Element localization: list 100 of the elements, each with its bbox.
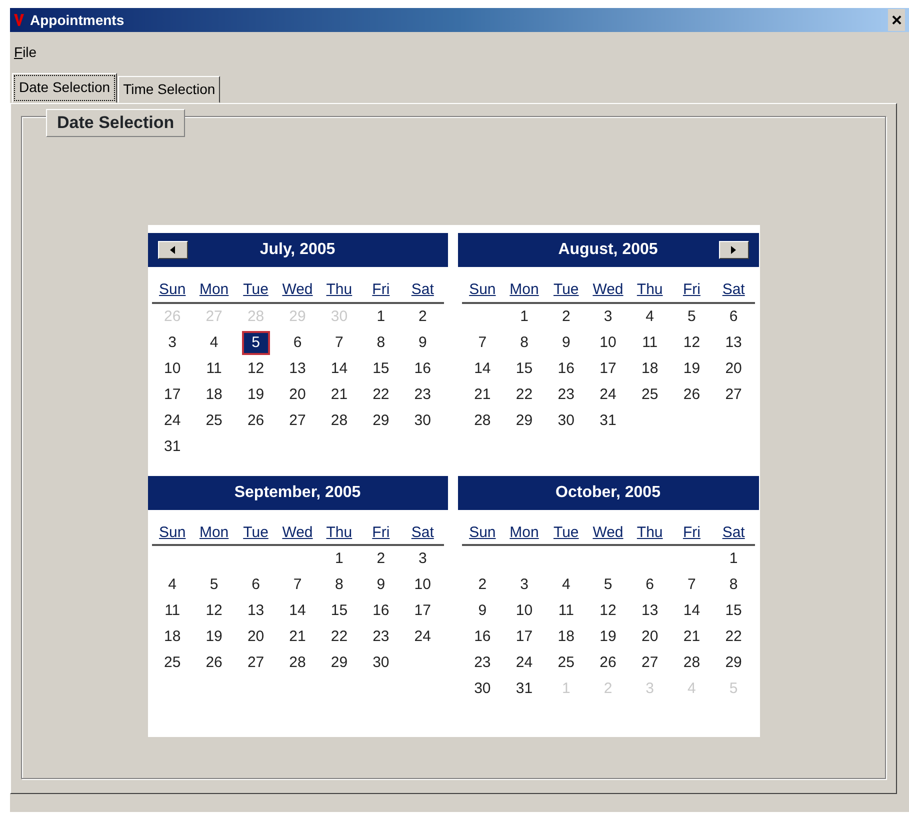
day-cell[interactable]: 18 bbox=[164, 627, 181, 647]
day-cell[interactable]: 8 bbox=[520, 332, 528, 352]
day-cell[interactable]: 11 bbox=[558, 601, 574, 621]
day-cell[interactable]: 24 bbox=[164, 410, 181, 430]
day-cell[interactable]: 15 bbox=[516, 358, 533, 378]
day-cell[interactable]: 1 bbox=[376, 306, 386, 326]
day-cell[interactable]: 17 bbox=[164, 384, 181, 404]
day-cell[interactable]: 4 bbox=[562, 575, 570, 595]
day-cell[interactable]: 4 bbox=[646, 306, 654, 326]
day-cell[interactable]: 5 bbox=[242, 330, 270, 354]
day-cell[interactable]: 27 bbox=[725, 384, 742, 404]
day-cell[interactable]: 18 bbox=[642, 358, 658, 378]
day-cell[interactable]: 17 bbox=[516, 627, 533, 647]
day-cell[interactable]: 3 bbox=[604, 306, 612, 326]
day-cell[interactable]: 2 bbox=[562, 306, 570, 326]
day-cell[interactable]: 10 bbox=[164, 358, 181, 378]
day-cell[interactable]: 12 bbox=[683, 332, 700, 352]
day-cell[interactable]: 24 bbox=[414, 627, 431, 647]
day-cell[interactable]: 15 bbox=[725, 601, 742, 621]
day-cell[interactable]: 17 bbox=[414, 601, 431, 621]
day-cell[interactable]: 25 bbox=[206, 410, 222, 430]
day-cell[interactable]: 17 bbox=[600, 358, 616, 378]
day-cell[interactable]: 2 bbox=[478, 575, 487, 595]
day-cell[interactable]: 2 bbox=[376, 549, 386, 569]
close-button[interactable]: × bbox=[888, 9, 905, 31]
day-cell[interactable]: 6 bbox=[252, 575, 260, 595]
day-cell[interactable]: 23 bbox=[558, 384, 574, 404]
tab[interactable]: Date Selection bbox=[12, 73, 118, 103]
day-cell[interactable]: 31 bbox=[516, 679, 533, 699]
day-cell[interactable]: 18 bbox=[558, 627, 574, 647]
day-cell[interactable]: 3 bbox=[418, 549, 427, 569]
day-cell[interactable]: 28 bbox=[474, 410, 491, 430]
day-cell[interactable]: 7 bbox=[335, 332, 344, 352]
day-cell[interactable]: 13 bbox=[247, 601, 264, 621]
day-cell[interactable]: 9 bbox=[418, 332, 427, 352]
day-cell[interactable]: 11 bbox=[642, 332, 658, 352]
tab[interactable]: Time Selection bbox=[118, 76, 220, 103]
day-cell[interactable]: 29 bbox=[330, 653, 348, 673]
day-cell[interactable]: 25 bbox=[164, 653, 181, 673]
day-cell[interactable]: 14 bbox=[474, 358, 491, 378]
day-cell[interactable]: 29 bbox=[725, 653, 742, 673]
day-cell[interactable]: 10 bbox=[600, 332, 616, 352]
day-cell[interactable]: 24 bbox=[516, 653, 533, 673]
day-cell[interactable]: 23 bbox=[372, 627, 390, 647]
day-cell[interactable]: 20 bbox=[642, 627, 658, 647]
day-cell[interactable]: 30 bbox=[474, 679, 491, 699]
day-cell[interactable]: 26 bbox=[206, 653, 222, 673]
day-cell[interactable]: 7 bbox=[293, 575, 302, 595]
day-cell[interactable]: 12 bbox=[600, 601, 616, 621]
day-cell[interactable]: 19 bbox=[600, 627, 616, 647]
day-cell[interactable]: 8 bbox=[335, 575, 344, 595]
day-cell[interactable]: 25 bbox=[642, 384, 658, 404]
day-cell[interactable]: 27 bbox=[642, 653, 658, 673]
day-cell[interactable]: 31 bbox=[164, 436, 181, 456]
day-cell[interactable]: 22 bbox=[330, 627, 348, 647]
day-cell[interactable]: 28 bbox=[289, 653, 306, 673]
day-cell[interactable]: 4 bbox=[168, 575, 177, 595]
day-cell[interactable]: 7 bbox=[478, 332, 487, 352]
day-cell[interactable]: 8 bbox=[376, 332, 386, 352]
day-cell[interactable]: 4 bbox=[210, 332, 218, 352]
day-cell[interactable]: 22 bbox=[516, 384, 533, 404]
day-cell[interactable]: 29 bbox=[372, 410, 390, 430]
day-cell[interactable]: 10 bbox=[516, 601, 533, 621]
day-cell[interactable]: 30 bbox=[372, 653, 390, 673]
day-cell[interactable]: 15 bbox=[372, 358, 390, 378]
day-cell[interactable]: 26 bbox=[247, 410, 264, 430]
previous-month-button[interactable] bbox=[158, 241, 188, 259]
day-cell[interactable]: 2 bbox=[418, 306, 427, 326]
day-cell[interactable]: 14 bbox=[330, 358, 348, 378]
day-cell[interactable]: 6 bbox=[646, 575, 654, 595]
day-cell[interactable]: 13 bbox=[289, 358, 306, 378]
day-cell[interactable]: 25 bbox=[558, 653, 574, 673]
day-cell[interactable]: 24 bbox=[600, 384, 616, 404]
day-cell[interactable]: 23 bbox=[474, 653, 491, 673]
day-cell[interactable]: 12 bbox=[206, 601, 222, 621]
day-cell[interactable]: 3 bbox=[168, 332, 177, 352]
day-cell[interactable]: 19 bbox=[206, 627, 222, 647]
day-cell[interactable]: 6 bbox=[293, 332, 302, 352]
day-cell[interactable]: 1 bbox=[520, 306, 528, 326]
day-cell[interactable]: 5 bbox=[604, 575, 612, 595]
day-cell[interactable]: 29 bbox=[516, 410, 533, 430]
day-cell[interactable]: 8 bbox=[729, 575, 738, 595]
day-cell[interactable]: 1 bbox=[335, 549, 344, 569]
day-cell[interactable]: 5 bbox=[688, 306, 696, 326]
day-cell[interactable]: 30 bbox=[558, 410, 574, 430]
day-cell[interactable]: 22 bbox=[725, 627, 742, 647]
day-cell[interactable]: 3 bbox=[520, 575, 528, 595]
day-cell[interactable]: 27 bbox=[289, 410, 306, 430]
day-cell[interactable]: 14 bbox=[289, 601, 306, 621]
day-cell[interactable]: 21 bbox=[474, 384, 491, 404]
day-cell[interactable]: 20 bbox=[725, 358, 742, 378]
day-cell[interactable]: 20 bbox=[289, 384, 306, 404]
day-cell[interactable]: 16 bbox=[474, 627, 491, 647]
day-cell[interactable]: 13 bbox=[642, 601, 658, 621]
day-cell[interactable]: 7 bbox=[688, 575, 696, 595]
day-cell[interactable]: 16 bbox=[558, 358, 574, 378]
day-cell[interactable]: 19 bbox=[683, 358, 700, 378]
day-cell[interactable]: 19 bbox=[247, 384, 264, 404]
day-cell[interactable]: 12 bbox=[247, 358, 264, 378]
day-cell[interactable]: 1 bbox=[729, 549, 738, 569]
